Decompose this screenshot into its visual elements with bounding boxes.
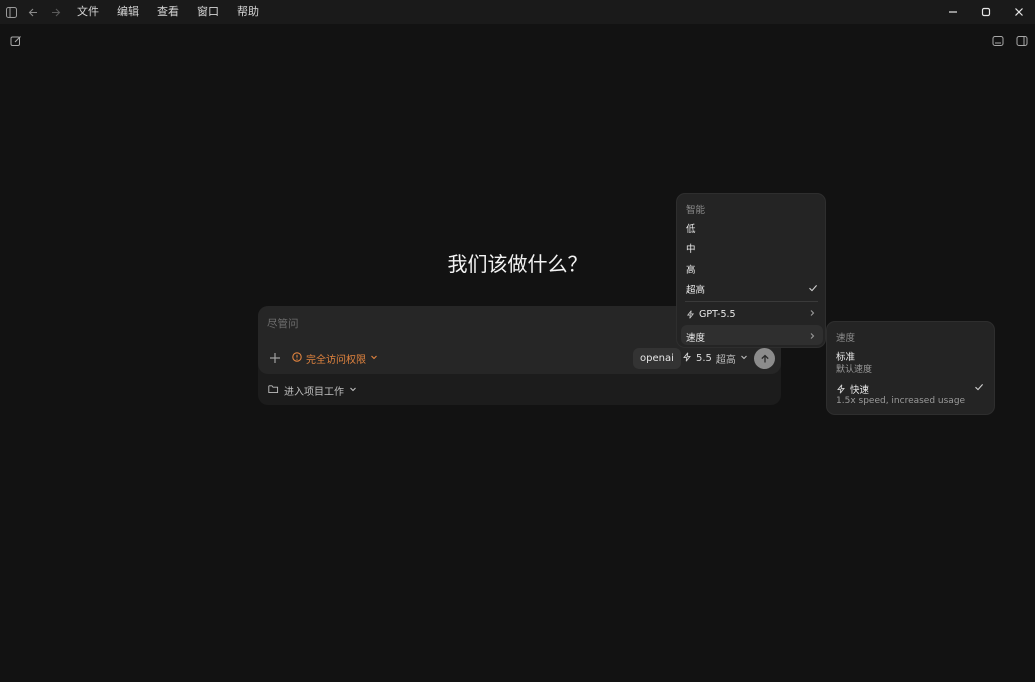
project-selector[interactable]: 进入项目工作 [268,383,357,398]
page-title: 我们该做什么？ [447,252,588,276]
speed-submenu-item[interactable]: 速度 [686,330,818,344]
permission-label: 完全访问权限 [306,355,366,366]
menu-help[interactable]: 帮助 [228,0,268,24]
menu-view[interactable]: 查看 [148,0,188,24]
model-short-label: 5.5 [696,353,712,364]
right-panel-icon[interactable] [1015,34,1029,48]
arrow-left-icon[interactable] [22,0,44,24]
menu-window[interactable]: 窗口 [188,0,228,24]
project-label: 进入项目工作 [284,387,344,398]
effort-option-label: 超高 [686,285,706,296]
chevron-right-icon [808,332,816,343]
permission-selector[interactable]: 完全访问权限 [292,351,378,366]
arrow-right-icon[interactable] [44,0,66,24]
effort-option-low[interactable]: 低 [686,221,818,235]
intelligence-dropdown: 智能 低 中 高 超高 GPT-5.5 速度 [676,193,826,348]
menu-edit[interactable]: 编辑 [108,0,148,24]
speed-item-label: 速度 [686,333,706,344]
effort-option-xhigh[interactable]: 超高 [686,282,818,296]
menu-bar: 文件 编辑 查看 窗口 帮助 [68,0,268,24]
bottom-panel-icon[interactable] [991,34,1005,48]
model-submenu-item[interactable]: GPT-5.5 [686,309,818,320]
speed-section-label: 速度 [836,333,856,344]
warning-shield-icon [292,352,302,365]
model-item-label: GPT-5.5 [699,309,736,320]
close-icon[interactable] [1002,0,1035,24]
minimize-icon[interactable] [936,0,969,24]
maximize-icon[interactable] [969,0,1002,24]
title-bar: 文件 编辑 查看 窗口 帮助 [0,0,1035,24]
effort-option-label: 高 [686,265,696,276]
prompt-input[interactable]: 尽管问 [267,316,299,331]
chevron-down-icon [370,353,378,364]
lightning-icon [682,352,692,365]
arrow-up-icon [760,349,770,368]
compose-icon[interactable] [9,34,23,48]
speed-option-desc: 1.5x speed, increased usage [836,396,966,406]
lightning-icon [686,310,695,319]
effort-option-medium[interactable]: 中 [686,241,818,255]
effort-label: 超高 [715,355,736,366]
chevron-down-icon [740,353,748,364]
lightning-icon [836,384,846,394]
dropdown-divider [685,301,818,302]
window-controls [936,0,1035,24]
dropdown-section-label: 智能 [686,205,706,216]
menu-file[interactable]: 文件 [68,0,108,24]
sidebar-toggle-icon[interactable] [0,0,22,24]
checkmark-icon [808,283,818,296]
speed-option-fast[interactable]: 快速 [836,382,869,396]
folder-icon [268,384,279,397]
send-button[interactable] [754,348,775,369]
speed-option-title: 标准 [836,352,856,363]
add-attachment-button[interactable] [268,350,282,364]
effort-option-high[interactable]: 高 [686,262,818,276]
speed-option-desc: 默认速度 [836,365,873,375]
speed-option-standard[interactable]: 标准 [836,349,855,363]
effort-option-label: 中 [686,244,696,255]
checkmark-icon [974,382,984,395]
speed-option-title: 快速 [850,385,870,396]
provider-chip[interactable]: openai [633,348,681,369]
speed-submenu: 速度 标准 默认速度 快速 1.5x speed, increased usag… [826,321,995,415]
model-selector[interactable]: 5.5 超高 [682,351,748,366]
chevron-right-icon [808,309,816,320]
effort-option-label: 低 [686,224,696,235]
chevron-down-icon [349,385,357,396]
